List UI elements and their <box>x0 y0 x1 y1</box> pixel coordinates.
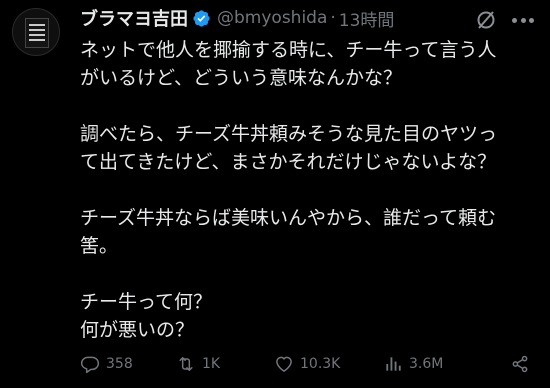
tweet-line: がいるけど、どういう意味なんかな？ <box>80 67 403 89</box>
reply-button[interactable]: 358 <box>80 352 133 376</box>
like-icon <box>276 356 292 372</box>
verified-badge-icon <box>193 9 210 27</box>
reply-icon <box>80 356 100 374</box>
tweet-line: て出てきたけど、まさかそれだけじゃないよな？ <box>80 151 497 173</box>
share-button[interactable] <box>510 352 530 376</box>
avatar-image <box>25 18 49 48</box>
share-icon <box>512 355 528 373</box>
author-handle[interactable]: @bmyoshida <box>217 8 327 28</box>
tweet-line <box>80 92 546 120</box>
tweet-line <box>80 176 546 204</box>
grok-icon[interactable] <box>474 8 498 32</box>
tweet-line: チー牛って何？ <box>80 291 213 313</box>
tweet: ブラマヨ吉田 @bmyoshida · 13時間 ネットで他人を揶揄する時に、チ… <box>0 0 550 388</box>
tweet-line: チーズ牛丼ならば美味いんやから、誰だって頼む <box>80 207 497 229</box>
more-icon[interactable] <box>510 8 536 32</box>
tweet-actions: 358 1K 10.3K 3.6M <box>80 352 540 376</box>
views-button[interactable]: 3.6M <box>383 352 443 376</box>
tweet-header: ブラマヨ吉田 @bmyoshida · 13時間 <box>80 5 395 31</box>
repost-button[interactable]: 1K <box>176 352 220 376</box>
tweet-line: 筈。 <box>80 235 119 257</box>
tweet-time[interactable]: 13時間 <box>339 6 395 31</box>
tweet-line: 何が悪いの？ <box>80 319 195 341</box>
tweet-line: 調べたら、チーズ牛丼頼みそうな見た目のヤツっ <box>80 123 498 145</box>
author-name[interactable]: ブラマヨ吉田 <box>80 5 188 31</box>
views-count: 3.6M <box>409 356 444 372</box>
separator-dot: · <box>330 8 336 28</box>
repost-count: 1K <box>202 356 221 372</box>
tweet-line: ネットで他人を揶揄する時に、チー牛って言う人 <box>80 39 497 61</box>
tweet-text: ネットで他人を揶揄する時に、チー牛って言う人 がいるけど、どういう意味なんかな？… <box>80 36 546 344</box>
avatar[interactable] <box>12 8 60 56</box>
tweet-line <box>80 260 546 288</box>
like-count: 10.3K <box>300 356 341 372</box>
views-icon <box>386 357 401 371</box>
repost-icon <box>179 357 193 371</box>
reply-count: 358 <box>106 356 133 372</box>
like-button[interactable]: 10.3K <box>274 352 340 376</box>
